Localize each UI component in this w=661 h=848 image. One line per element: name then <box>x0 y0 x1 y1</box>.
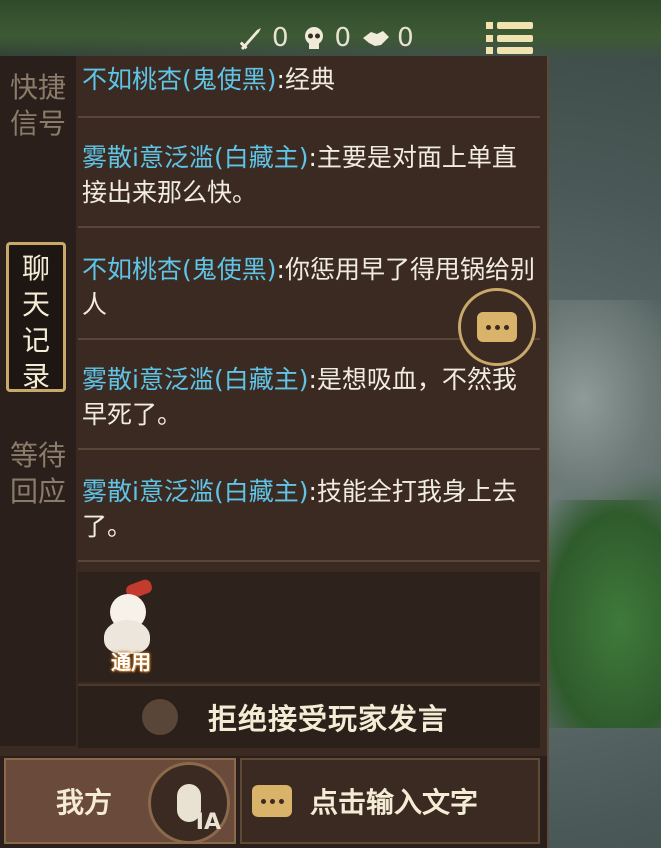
sender-name[interactable]: 不如桃杏(鬼使黑) <box>82 255 277 284</box>
chat-panel: 快捷信号 聊天记录 等待回应 不如桃杏(鬼使黑):经典 雾散i意泛滥(白藏主):… <box>0 56 549 848</box>
sticker-area: 通用 <box>78 572 540 682</box>
assists-stat: 0 <box>361 23 414 53</box>
sender-name[interactable]: 雾散i意泛滥(白藏主) <box>82 365 308 394</box>
chat-message: 雾散i意泛滥(白藏主):是想吸血，不然我早死了。 <box>78 362 540 432</box>
kills-stat: 0 <box>236 23 289 53</box>
deaths-stat: 0 <box>299 23 352 53</box>
top-stats-bar: 0 0 0 <box>236 18 414 58</box>
divider <box>78 116 540 118</box>
sword-icon <box>236 23 266 53</box>
input-placeholder: 点击输入文字 <box>310 786 479 819</box>
sender-name[interactable]: 不如桃杏(鬼使黑) <box>82 65 277 94</box>
divider <box>78 448 540 450</box>
message-text: :经典 <box>276 65 335 94</box>
assists-count: 0 <box>397 23 414 53</box>
divider <box>78 560 540 562</box>
chat-message: 不如桃杏(鬼使黑):经典 <box>78 62 540 97</box>
voice-mode-label: IA <box>195 810 221 835</box>
reject-player-chat-row[interactable]: 拒绝接受玩家发言 <box>78 684 540 748</box>
handshake-icon <box>361 23 391 53</box>
menu-list-icon[interactable] <box>486 18 536 58</box>
sender-name[interactable]: 雾散i意泛滥(白藏主) <box>82 143 308 172</box>
reject-radio[interactable] <box>140 697 180 737</box>
chat-bubble-icon <box>252 785 292 817</box>
bottom-input-bar: 我方 IA 点击输入文字 <box>0 756 547 848</box>
tab-quick-signal[interactable]: 快捷信号 <box>10 70 66 218</box>
chat-input-field[interactable]: 点击输入文字 <box>240 758 540 844</box>
background-stone <box>531 300 661 500</box>
reject-label: 拒绝接受玩家发言 <box>208 702 449 736</box>
tab-chat-history[interactable]: 聊天记录 <box>6 242 66 393</box>
kills-count: 0 <box>272 23 289 53</box>
side-tab-bar: 快捷信号 聊天记录 等待回应 <box>0 56 76 746</box>
chat-message: 雾散i意泛滥(白藏主):主要是对面上单直接出来那么快。 <box>78 140 540 210</box>
team-channel-label: 我方 <box>56 786 113 819</box>
chat-message: 雾散i意泛滥(白藏主):技能全打我身上去了。 <box>78 474 540 544</box>
sender-name[interactable]: 雾散i意泛滥(白藏主) <box>82 477 308 506</box>
speech-bubble-icon <box>477 312 517 342</box>
voice-input-button[interactable]: IA <box>148 762 230 844</box>
sticker-label: 通用 <box>111 650 151 674</box>
tab-awaiting-response[interactable]: 等待回应 <box>10 438 66 586</box>
sticker-general[interactable]: 通用 <box>96 577 166 676</box>
divider <box>78 226 540 228</box>
skull-icon <box>299 23 329 53</box>
quick-chat-button[interactable] <box>458 288 536 366</box>
deaths-count: 0 <box>334 23 352 53</box>
